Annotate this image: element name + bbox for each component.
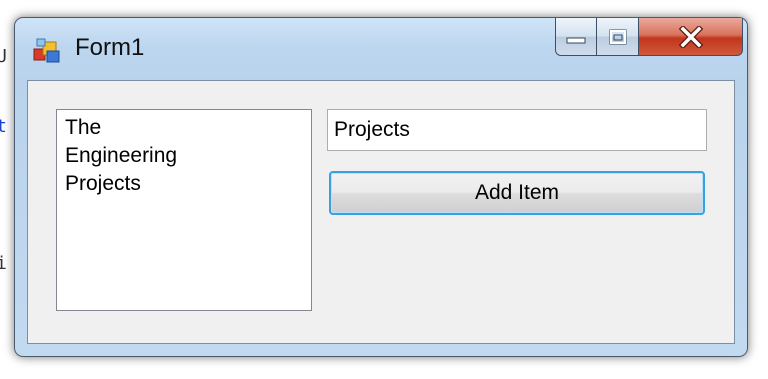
items-listbox[interactable]: The Engineering Projects xyxy=(56,109,312,311)
close-icon xyxy=(678,25,703,48)
list-item[interactable]: Engineering xyxy=(65,142,303,170)
item-textbox[interactable] xyxy=(327,109,707,151)
minimize-icon xyxy=(566,37,586,43)
add-item-button-label: Add Item xyxy=(474,181,560,204)
code-fragment: t xyxy=(0,116,7,137)
code-fragment: U xyxy=(0,46,7,67)
code-fragment: i xyxy=(0,253,7,274)
caption-buttons xyxy=(555,18,743,58)
title-bar[interactable]: Form1 xyxy=(15,18,747,80)
list-item[interactable]: Projects xyxy=(65,170,303,198)
winforms-app-icon xyxy=(33,38,63,64)
list-item[interactable]: The xyxy=(65,114,303,142)
close-button[interactable] xyxy=(639,18,743,56)
maximize-icon xyxy=(609,29,626,44)
minimize-button[interactable] xyxy=(555,18,597,56)
form-client-area: The Engineering Projects Add Item xyxy=(27,80,735,344)
add-item-button[interactable]: Add Item xyxy=(329,171,705,215)
form-window: Form1 The Engineering Projects Projects … xyxy=(14,17,748,357)
window-title: Form1 xyxy=(75,34,145,61)
maximize-button[interactable] xyxy=(597,18,639,56)
